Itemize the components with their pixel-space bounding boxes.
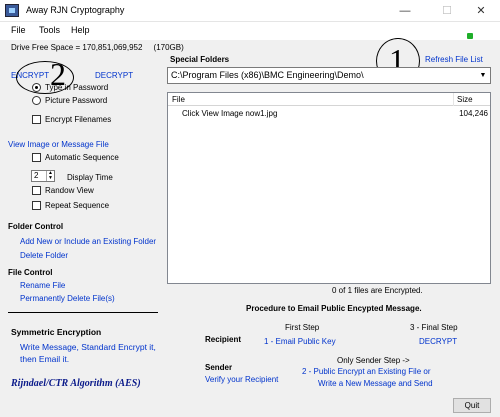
drive-free-space: Drive Free Space = 170,851,069,952 (170G… xyxy=(11,43,184,52)
write-new-message-link[interactable]: Write a New Message and Send xyxy=(318,379,433,388)
automatic-sequence-checkbox[interactable] xyxy=(32,153,41,162)
menu-bar: File Tools Help xyxy=(0,22,500,40)
file-control-title: File Control xyxy=(8,268,53,277)
decrypt-final-link[interactable]: DECRYPT xyxy=(419,337,457,346)
display-time-label: Display Time xyxy=(67,173,113,182)
final-step-label: 3 - Final Step xyxy=(410,323,458,332)
file-name: Click View Image now1.jpg xyxy=(182,109,278,118)
view-image-link[interactable]: View Image or Message File xyxy=(8,140,109,149)
file-size: 104,246 xyxy=(459,109,488,118)
menu-tools[interactable]: Tools xyxy=(39,25,60,35)
special-folders-label: Special Folders xyxy=(170,55,230,64)
table-row[interactable]: Click View Image now1.jpg 104,246 xyxy=(182,109,488,121)
stepper-arrows-icon[interactable]: ▲ ▼ xyxy=(46,171,54,181)
encrypt-filenames-label: Encrypt Filenames xyxy=(45,115,112,124)
display-time-value: 2 xyxy=(34,171,39,180)
first-step-label: First Step xyxy=(285,323,320,332)
display-time-stepper[interactable]: 2 ▲ ▼ xyxy=(31,170,55,182)
minimize-button[interactable]: — xyxy=(386,0,424,22)
chevron-down-icon[interactable]: ▼ xyxy=(476,68,490,83)
folder-control-title: Folder Control xyxy=(8,222,64,231)
sender-label: Sender xyxy=(205,363,233,372)
file-list-header: File Size xyxy=(168,93,490,106)
symmetric-encryption-title: Symmetric Encryption xyxy=(11,327,102,337)
encrypt-filenames-checkbox[interactable] xyxy=(32,115,41,124)
picture-password-radio[interactable] xyxy=(32,96,41,105)
picture-password-label: Picture Password xyxy=(45,96,108,105)
divider xyxy=(8,312,158,313)
automatic-sequence-label: Automatic Sequence xyxy=(45,153,119,162)
maximize-button[interactable]: ☐ xyxy=(428,0,466,22)
random-view-checkbox[interactable] xyxy=(32,186,41,195)
menu-help[interactable]: Help xyxy=(71,25,90,35)
write-message-link-line2[interactable]: then Email it. xyxy=(20,354,69,364)
public-encrypt-link[interactable]: 2 - Public Encrypt an Existing File or xyxy=(302,367,431,376)
menu-file[interactable]: File xyxy=(11,25,26,35)
file-list[interactable]: File Size Click View Image now1.jpg 104,… xyxy=(167,92,491,284)
close-button[interactable]: ✕ xyxy=(462,0,500,22)
special-folders-dropdown[interactable]: C:\Program Files (x86)\BMC Engineering\D… xyxy=(167,67,491,84)
verify-recipient-link[interactable]: Verify your Recipient xyxy=(205,375,278,384)
email-public-key-link[interactable]: 1 - Email Public Key xyxy=(264,337,336,346)
refresh-file-list-link[interactable]: Refresh File List xyxy=(425,55,483,64)
folder-path-value: C:\Program Files (x86)\BMC Engineering\D… xyxy=(171,70,364,80)
delete-folder-link[interactable]: Delete Folder xyxy=(20,251,68,260)
title-bar: Away RJN Cryptography — ☐ ✕ xyxy=(0,0,500,22)
column-file[interactable]: File xyxy=(172,95,185,104)
add-folder-link[interactable]: Add New or Include an Existing Folder xyxy=(20,237,156,246)
encrypted-status: 0 of 1 files are Encrypted. xyxy=(332,286,423,295)
rename-file-link[interactable]: Rename File xyxy=(20,281,65,290)
column-size[interactable]: Size xyxy=(457,95,473,104)
repeat-sequence-label: Repeat Sequence xyxy=(45,201,110,210)
status-light-icon xyxy=(467,33,473,39)
column-separator xyxy=(453,93,454,106)
write-message-link[interactable]: Write Message, Standard Encrypt it, xyxy=(20,342,156,352)
repeat-sequence-checkbox[interactable] xyxy=(32,201,41,210)
recipient-label: Recipient xyxy=(205,335,242,344)
decrypt-mode-link[interactable]: DECRYPT xyxy=(95,71,133,80)
procedure-title: Procedure to Email Public Encypted Messa… xyxy=(246,304,422,313)
delete-file-link[interactable]: Permanently Delete File(s) xyxy=(20,294,115,303)
window-title: Away RJN Cryptography xyxy=(26,5,125,15)
algorithm-label: Rijndael/CTR Algorithm (AES) xyxy=(11,378,141,389)
only-sender-label: Only Sender Step -> xyxy=(337,356,410,365)
type-in-password-label: Type in Password xyxy=(45,83,109,92)
quit-button[interactable]: Quit xyxy=(453,398,491,413)
app-icon xyxy=(5,4,19,17)
random-view-label: Randow View xyxy=(45,186,94,195)
type-in-password-radio[interactable] xyxy=(32,83,41,92)
